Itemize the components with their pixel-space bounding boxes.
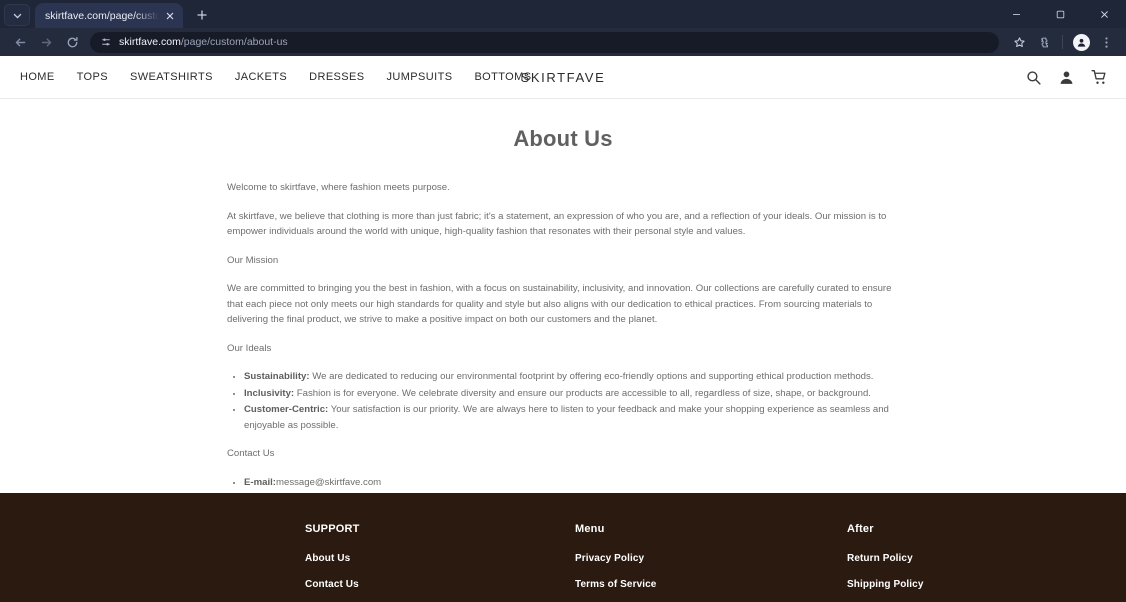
nav-item-jumpsuits[interactable]: JUMPSUITS bbox=[387, 71, 453, 83]
sliders-icon bbox=[101, 38, 110, 46]
list-item: Sustainability: We are dedicated to redu… bbox=[244, 369, 899, 385]
site-footer: SUPPORT About Us Contact Us Menu Privacy… bbox=[0, 493, 1126, 602]
footer-column-support: SUPPORT About Us Contact Us bbox=[305, 523, 575, 602]
footer-link-return-policy[interactable]: Return Policy bbox=[847, 553, 1097, 564]
header-actions bbox=[1025, 69, 1108, 86]
site-settings-icon[interactable] bbox=[99, 36, 112, 49]
intro-paragraph: Welcome to skirtfave, where fashion meet… bbox=[227, 182, 450, 193]
site-header: HOME TOPS SWEATSHIRTS JACKETS DRESSES JU… bbox=[0, 56, 1126, 99]
toolbar-separator bbox=[1062, 35, 1063, 49]
new-tab-button[interactable] bbox=[189, 4, 215, 26]
footer-link-shipping-policy[interactable]: Shipping Policy bbox=[847, 579, 1097, 590]
nav-item-jackets[interactable]: JACKETS bbox=[235, 71, 287, 83]
back-button[interactable] bbox=[8, 30, 32, 54]
forward-button[interactable] bbox=[34, 30, 58, 54]
close-icon bbox=[1100, 10, 1108, 18]
list-item: E-mail:message@skirtfave.com bbox=[244, 475, 899, 491]
toolbar-right-actions bbox=[1007, 30, 1118, 54]
contact-value: message@skirtfave.com bbox=[276, 476, 382, 488]
person-icon bbox=[1077, 38, 1085, 47]
address-bar-text: skirtfave.com/page/custom/about-us bbox=[119, 36, 288, 48]
browser-window: skirtfave.com/page/custom/ab bbox=[0, 0, 1126, 602]
footer-columns: SUPPORT About Us Contact Us Menu Privacy… bbox=[0, 511, 1126, 602]
browser-toolbar: skirtfave.com/page/custom/about-us bbox=[0, 28, 1126, 56]
three-dot-menu-icon bbox=[1104, 36, 1108, 48]
page-viewport: HOME TOPS SWEATSHIRTS JACKETS DRESSES JU… bbox=[0, 56, 1126, 602]
nav-item-tops[interactable]: TOPS bbox=[77, 71, 108, 83]
person-glyph bbox=[1060, 71, 1073, 84]
ideal-term: Customer-Centric: bbox=[244, 404, 329, 416]
ideal-term: Sustainability: bbox=[244, 371, 310, 383]
footer-link-about-us[interactable]: About Us bbox=[305, 553, 575, 564]
ideal-text: We are dedicated to reducing our environ… bbox=[309, 371, 874, 383]
mission-statement-paragraph: At skirtfave, we believe that clothing i… bbox=[227, 210, 887, 238]
footer-column-menu: Menu Privacy Policy Terms of Service bbox=[575, 523, 847, 602]
reload-icon bbox=[67, 36, 78, 47]
contact-term: E-mail: bbox=[244, 476, 276, 488]
list-item: Customer-Centric: Your satisfaction is o… bbox=[244, 402, 899, 433]
footer-link-contact-us[interactable]: Contact Us bbox=[305, 579, 575, 590]
page-title: About Us bbox=[513, 126, 613, 151]
ideals-list: Sustainability: We are dedicated to redu… bbox=[244, 369, 899, 433]
forward-arrow-icon bbox=[41, 38, 51, 46]
address-bar-domain: skirtfave.com bbox=[119, 36, 181, 48]
nav-item-home[interactable]: HOME bbox=[20, 71, 55, 83]
mission-heading: Our Mission bbox=[227, 254, 279, 266]
footer-heading-support: SUPPORT bbox=[305, 523, 360, 535]
tab-search-button[interactable] bbox=[4, 4, 30, 26]
browser-tab-active[interactable]: skirtfave.com/page/custom/ab bbox=[35, 3, 183, 28]
tab-title: skirtfave.com/page/custom/ab bbox=[45, 9, 163, 22]
chevron-down-icon bbox=[13, 13, 21, 18]
footer-column-after: After Return Policy Shipping Policy bbox=[847, 523, 1097, 602]
footer-link-terms-of-service[interactable]: Terms of Service bbox=[575, 579, 847, 590]
search-icon[interactable] bbox=[1025, 69, 1042, 86]
plus-icon bbox=[197, 10, 207, 20]
list-item: Inclusivity: Fashion is for everyone. We… bbox=[244, 386, 899, 402]
shopping-cart-glyph bbox=[1091, 69, 1106, 84]
window-minimize-button[interactable] bbox=[994, 0, 1038, 28]
address-bar[interactable]: skirtfave.com/page/custom/about-us bbox=[90, 31, 999, 53]
main-navigation: HOME TOPS SWEATSHIRTS JACKETS DRESSES JU… bbox=[20, 71, 531, 83]
mission-body-paragraph: We are committed to bringing you the bes… bbox=[227, 283, 892, 326]
bookmark-button[interactable] bbox=[1007, 30, 1031, 54]
window-controls bbox=[994, 0, 1126, 28]
contact-list: E-mail:message@skirtfave.com bbox=[244, 475, 899, 491]
about-article: Welcome to skirtfave, where fashion meet… bbox=[227, 180, 899, 490]
footer-heading-menu: Menu bbox=[575, 523, 605, 535]
magnifier-glyph bbox=[1027, 70, 1041, 85]
close-icon bbox=[166, 12, 174, 19]
contact-heading: Contact Us bbox=[227, 448, 275, 460]
minimize-icon bbox=[1012, 13, 1020, 15]
back-arrow-icon bbox=[15, 38, 25, 46]
browser-menu-button[interactable] bbox=[1094, 30, 1118, 54]
nav-item-bottoms[interactable]: BOTTOMS bbox=[474, 71, 531, 83]
address-bar-path: /page/custom/about-us bbox=[180, 36, 288, 48]
reload-button[interactable] bbox=[60, 30, 84, 54]
tab-strip: skirtfave.com/page/custom/ab bbox=[0, 0, 1126, 28]
profile-avatar-icon bbox=[1072, 33, 1090, 51]
ideal-text: Fashion is for everyone. We celebrate di… bbox=[294, 387, 871, 399]
star-icon bbox=[1013, 36, 1025, 47]
footer-link-privacy-policy[interactable]: Privacy Policy bbox=[575, 553, 847, 564]
extensions-button[interactable] bbox=[1032, 30, 1056, 54]
ideal-term: Inclusivity: bbox=[244, 387, 295, 399]
maximize-icon bbox=[1056, 10, 1064, 18]
window-close-button[interactable] bbox=[1082, 0, 1126, 28]
cart-icon[interactable] bbox=[1091, 69, 1108, 86]
extensions-icon bbox=[1040, 37, 1048, 47]
nav-item-dresses[interactable]: DRESSES bbox=[309, 71, 364, 83]
ideals-heading: Our Ideals bbox=[227, 342, 272, 354]
account-icon[interactable] bbox=[1058, 69, 1075, 86]
ideal-text: Your satisfaction is our priority. We ar… bbox=[244, 404, 889, 431]
page-content: About Us Welcome to skirtfave, where fas… bbox=[0, 99, 1126, 493]
nav-item-sweatshirts[interactable]: SWEATSHIRTS bbox=[130, 71, 213, 83]
profile-button[interactable] bbox=[1069, 30, 1093, 54]
tab-close-button[interactable] bbox=[163, 9, 177, 23]
window-maximize-button[interactable] bbox=[1038, 0, 1082, 28]
footer-heading-after: After bbox=[847, 523, 874, 535]
